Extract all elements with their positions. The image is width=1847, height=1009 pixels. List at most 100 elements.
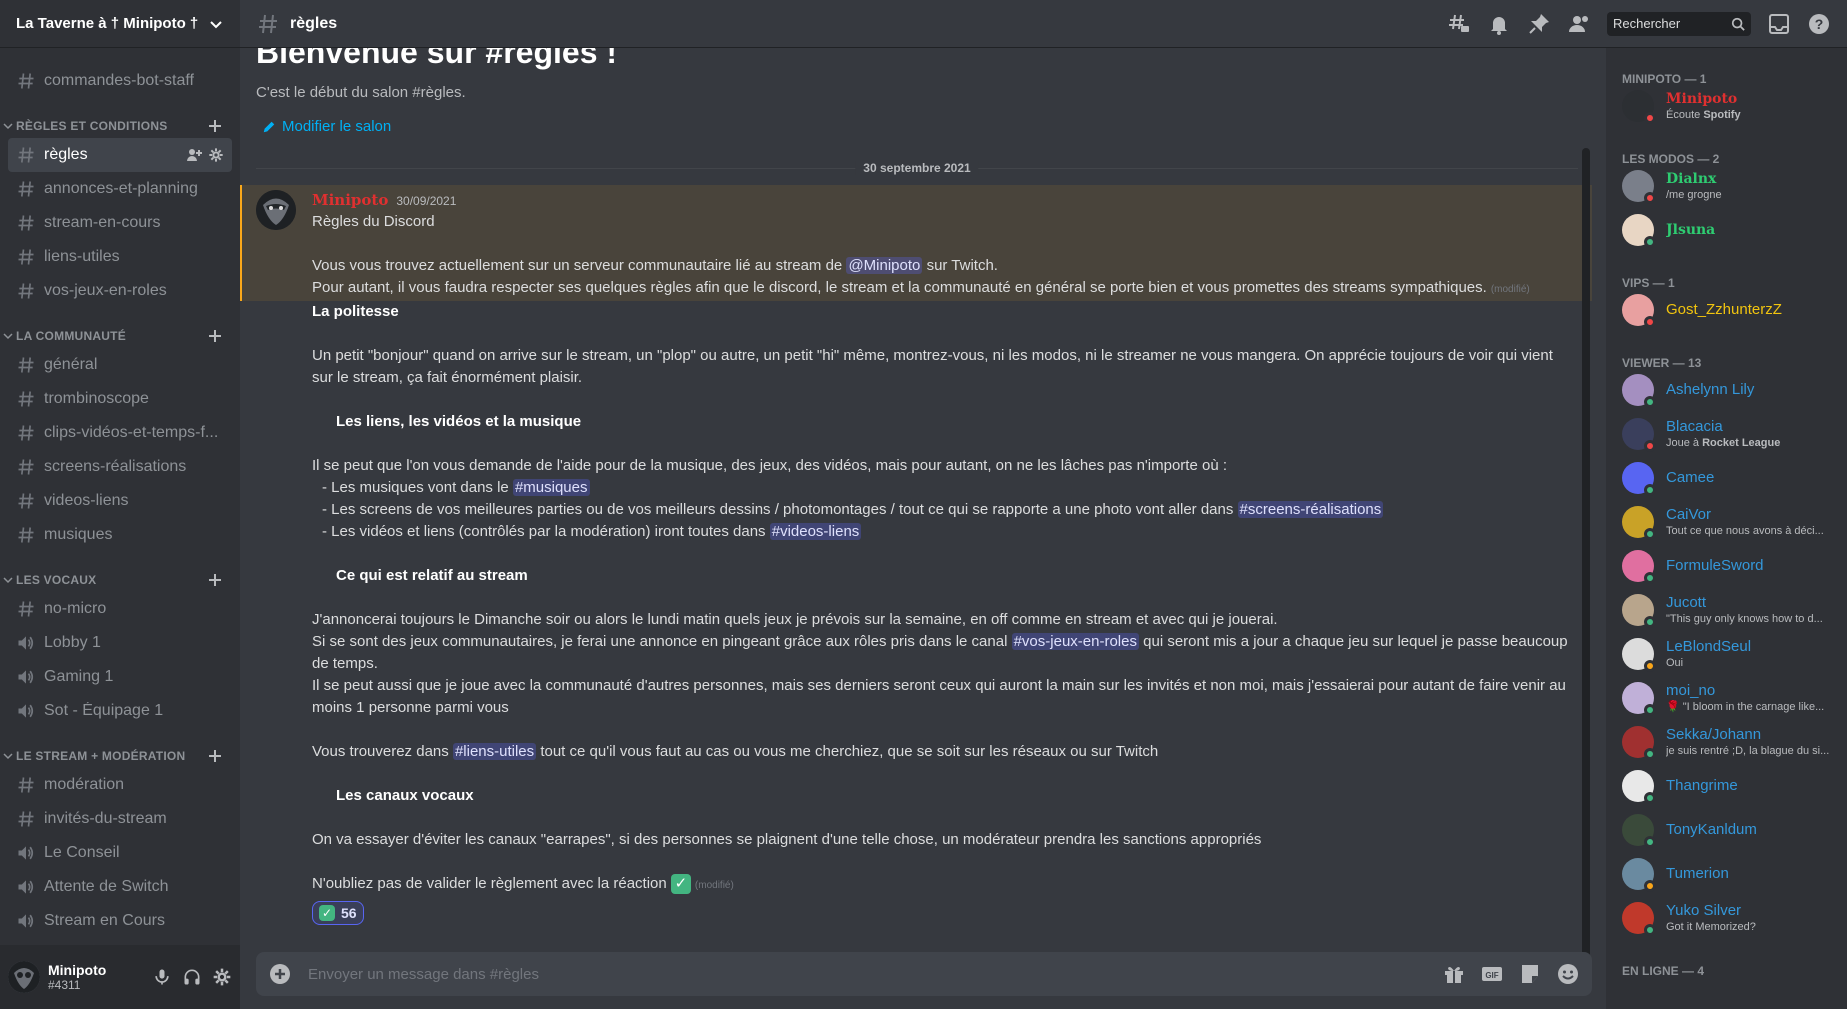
emoji-picker-icon[interactable] — [1556, 962, 1580, 986]
member-item[interactable]: Jlsuna — [1614, 208, 1839, 252]
add-channel-icon[interactable] — [206, 747, 224, 765]
channel-item[interactable]: Attente de Switch — [8, 870, 232, 904]
channel-label: Gaming 1 — [44, 668, 114, 685]
message-author[interactable]: Minipoto — [312, 191, 388, 209]
channel-item[interactable]: Stream en Cours — [8, 904, 232, 938]
channel-mention[interactable]: #liens-utiles — [452, 743, 537, 760]
channel-item[interactable]: stream-en-cours — [8, 206, 232, 240]
channel-item[interactable]: trombinoscope — [8, 382, 232, 416]
channel-item[interactable]: règles — [8, 138, 232, 172]
channel-item[interactable]: annonces-et-planning — [8, 172, 232, 206]
user-mention[interactable]: @Minipoto — [846, 257, 923, 274]
member-item[interactable]: Yuko Silver Got it Memorized? — [1614, 896, 1839, 940]
member-activity: /me grogne — [1666, 188, 1831, 202]
member-item[interactable]: Jucott "This guy only knows how to d... — [1614, 588, 1839, 632]
activity-text: /me grogne — [1666, 189, 1722, 201]
add-channel-icon[interactable] — [206, 571, 224, 589]
add-channel-icon[interactable] — [206, 117, 224, 135]
member-item[interactable]: CaiVor Tout ce que nous avons à déci... — [1614, 500, 1839, 544]
member-item[interactable]: Dialnx/me grogne — [1614, 164, 1839, 208]
server-header[interactable]: La Taverne à † Minipoto † — [0, 0, 240, 48]
member-item[interactable]: LeBlondSeul Oui — [1614, 632, 1839, 676]
channel-category[interactable]: RÈGLES ET CONDITIONS — [0, 114, 240, 138]
channel-item[interactable]: clips-vidéos-et-temps-f... — [8, 416, 232, 450]
headphones-icon[interactable] — [182, 967, 202, 987]
channel-item[interactable]: screens-réalisations — [8, 450, 232, 484]
invite-icon[interactable] — [186, 147, 202, 163]
member-item[interactable]: Camee — [1614, 456, 1839, 500]
member-activity: "This guy only knows how to d... — [1666, 612, 1831, 626]
channel-item[interactable]: Lobby 1 — [8, 626, 232, 660]
sticker-icon[interactable] — [1518, 962, 1542, 986]
bell-icon[interactable] — [1487, 12, 1511, 36]
channel-item[interactable]: liens-utiles — [8, 240, 232, 274]
help-icon[interactable]: ? — [1807, 12, 1831, 36]
member-group-header: EN LIGNE — 4 — [1622, 964, 1705, 978]
user-avatar[interactable] — [8, 961, 40, 993]
message-paragraph: Si se sont des jeux communautaires, je f… — [312, 631, 1572, 675]
channel-mention[interactable]: #screens-réalisations — [1237, 501, 1384, 518]
member-item[interactable]: Gost_ZzhunterzZ — [1614, 288, 1839, 332]
member-group-header: MINIPOTO — 1 — [1622, 72, 1707, 86]
member-item[interactable]: Sekka/Johann je suis rentré ;D, la blague… — [1614, 720, 1839, 764]
channel-category[interactable]: LES VOCAUX — [0, 568, 240, 592]
channel-label: commandes-bot-staff — [44, 72, 194, 89]
member-item[interactable]: FormuleSword — [1614, 544, 1839, 588]
channel-sidebar: La Taverne à † Minipoto † commandes-bot-… — [0, 0, 240, 1009]
member-item[interactable]: Tumerion — [1614, 852, 1839, 896]
status-indicator — [1644, 704, 1656, 716]
member-item[interactable]: moi_no 🌹 "I bloom in the carnage like... — [1614, 676, 1839, 720]
channel-category[interactable]: LA COMMUNAUTÉ — [0, 324, 240, 348]
message-line: Pour autant, il vous faudra respecter se… — [312, 277, 1572, 301]
edit-channel-link[interactable]: Modifier le salon — [262, 118, 391, 135]
channel-category[interactable]: LE STREAM + MODÉRATION — [0, 744, 240, 768]
speaker-icon — [18, 914, 34, 928]
channel-mention[interactable]: #vos-jeux-en-roles — [1011, 633, 1139, 650]
channel-item[interactable]: videos-liens — [8, 484, 232, 518]
channel-item[interactable]: invités-du-stream — [8, 802, 232, 836]
add-attachment-icon[interactable] — [268, 962, 292, 986]
member-item[interactable]: TonyKanldum — [1614, 808, 1839, 852]
hash-icon — [259, 14, 277, 33]
member-avatar — [1622, 90, 1656, 124]
reaction-button[interactable]: ✓ 56 — [312, 901, 364, 925]
channel-item[interactable]: modération — [8, 768, 232, 802]
message-input[interactable] — [308, 965, 1428, 983]
member-name: Dialnx — [1666, 171, 1717, 187]
author-avatar[interactable] — [256, 190, 296, 230]
channel-item[interactable]: Le Conseil — [8, 836, 232, 870]
channel-mention[interactable]: #musiques — [512, 479, 590, 496]
text-segment: - Les vidéos et liens (contrôlés par la … — [322, 523, 766, 540]
channel-item[interactable]: vos-jeux-en-roles — [8, 274, 232, 308]
channel-item[interactable]: Sot - Équipage 1 — [8, 694, 232, 728]
member-item[interactable]: Thangrime — [1614, 764, 1839, 808]
member-item[interactable]: Blacacia Joue à Rocket League — [1614, 412, 1839, 456]
settings-gear-icon[interactable] — [212, 967, 232, 987]
member-name: Yuko Silver — [1666, 902, 1742, 919]
member-item[interactable]: Ashelynn Lily — [1614, 368, 1839, 412]
channel-item[interactable]: Gaming 1 — [8, 660, 232, 694]
channel-mention[interactable]: #videos-liens — [769, 523, 862, 540]
search-input[interactable]: Rechercher — [1607, 11, 1751, 36]
channel-item[interactable]: musiques — [8, 518, 232, 552]
status-indicator — [1644, 616, 1656, 628]
channel-item[interactable]: commandes-bot-staff — [8, 64, 232, 98]
member-list-icon[interactable] — [1567, 12, 1591, 36]
gift-icon[interactable] — [1442, 962, 1466, 986]
threads-icon[interactable] — [1447, 12, 1471, 36]
microphone-icon[interactable] — [152, 967, 172, 987]
channel-item[interactable]: général — [8, 348, 232, 382]
hash-icon — [18, 459, 34, 475]
chat-area: Bienvenue sur #règles ! C'est le début d… — [240, 48, 1594, 1009]
gif-icon[interactable]: GIF — [1480, 962, 1504, 986]
member-item[interactable]: Minipoto Écoute Spotify — [1614, 84, 1839, 128]
channel-settings-icon[interactable] — [208, 147, 224, 163]
inbox-icon[interactable] — [1767, 12, 1791, 36]
member-avatar — [1622, 770, 1656, 804]
pin-icon[interactable] — [1527, 12, 1551, 36]
add-channel-icon[interactable] — [206, 327, 224, 345]
channel-item[interactable]: no-micro — [8, 592, 232, 626]
status-indicator — [1644, 660, 1656, 672]
hash-icon — [18, 73, 34, 89]
chat-scrollbar[interactable] — [1582, 148, 1590, 988]
